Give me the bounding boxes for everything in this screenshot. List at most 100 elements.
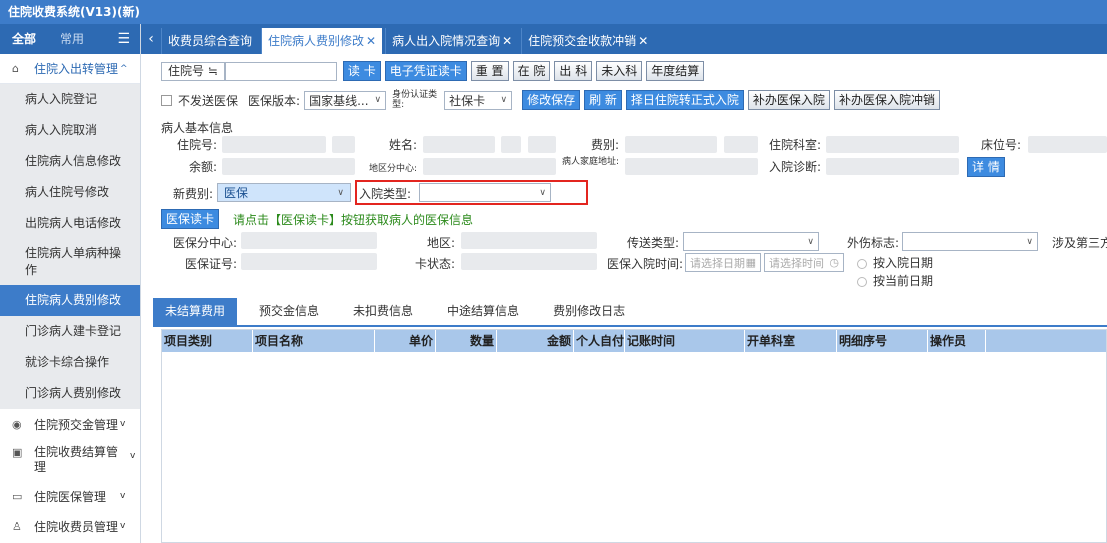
insurance-admit-time-input[interactable]: 请选择时间 ◷ [764, 253, 844, 272]
insurance-admission-button[interactable]: 补办医保入院 [747, 90, 830, 110]
new-fee-value: 医保 [224, 186, 249, 200]
sidebar-tabs: 全部 常用 ☰ [0, 24, 140, 54]
read-card-button[interactable]: 读 卡 [342, 61, 381, 81]
not-in-dept-button[interactable]: 未入科 [596, 61, 643, 81]
injury-select[interactable]: ∨ [902, 232, 1038, 251]
detail-button[interactable]: 详 情 [967, 157, 1005, 177]
sidebar-item-outpatient-card[interactable]: 门诊病人建卡登记 [0, 316, 140, 347]
region-label: 地区: [426, 236, 455, 250]
balance-label: 余额: [188, 160, 217, 174]
column-header[interactable]: 数量 [436, 330, 497, 352]
no-send-checkbox[interactable] [161, 94, 172, 106]
scheduled-admission-button[interactable]: 择日住院转正式入院 [625, 90, 744, 110]
column-header[interactable]: 明细序号 [837, 330, 928, 352]
date-placeholder: 请选择日期 [690, 256, 745, 270]
in-hospital-button[interactable]: 在 院 [512, 61, 551, 81]
subtab-fee-change-log[interactable]: 费别修改日志 [541, 298, 637, 325]
inpatient-no-value [222, 136, 326, 153]
sidebar-item-admission-register[interactable]: 病人入院登记 [0, 84, 140, 115]
sidebar-item-admission-cancel[interactable]: 病人入院取消 [0, 115, 140, 146]
sidebar-item-card-operations[interactable]: 就诊卡综合操作 [0, 347, 140, 378]
new-fee-select[interactable]: 医保 ∨ [217, 183, 351, 202]
sidebar-tab-all[interactable]: 全部 [0, 24, 48, 54]
radio-by-current-date[interactable]: 按当前日期 [857, 272, 933, 289]
sidebar-group-admission[interactable]: ⌂ 住院入出转管理 ^ [0, 54, 140, 84]
sidebar-group-label: 住院入出转管理 [34, 62, 119, 76]
column-header[interactable]: 记账时间 [625, 330, 745, 352]
subtab-deposit-info[interactable]: 预交金信息 [247, 298, 331, 325]
tab-deposit-reverse[interactable]: 住院预交金收款冲销 ✕ [521, 28, 655, 54]
close-icon[interactable]: ✕ [366, 34, 376, 48]
column-header[interactable]: 项目类别 [162, 330, 253, 352]
address-label: 病人家庭地址: [561, 157, 619, 167]
sidebar-group-settlement[interactable]: ▣ 住院收费结算管理 v [0, 439, 140, 481]
chevron-down-icon: ∨ [500, 95, 508, 105]
sidebar-item-inpatient-no-edit[interactable]: 病人住院号修改 [0, 177, 140, 208]
tab-bar: ‹ 收费员综合查询 住院病人费别修改 ✕ 病人出入院情况查询 ✕ 住院预交金收款冲销… [141, 24, 1107, 54]
main-content: 住院号 ≒ 读 卡 电子凭证读卡 重 置 在 院 出 科 未入科 年度结算 不发… [141, 54, 1107, 543]
inpatient-no-input[interactable] [224, 61, 337, 81]
chevron-down-icon: ∨ [374, 95, 382, 105]
menu-icon[interactable]: ☰ [117, 31, 130, 47]
sidebar-tab-favorites[interactable]: 常用 [48, 24, 96, 54]
invoice-icon: ▣ [12, 446, 23, 459]
reset-button[interactable]: 重 置 [470, 61, 509, 81]
sidebar-item-fee-type-edit[interactable]: 住院病人费别修改 [0, 285, 140, 316]
column-header[interactable]: 个人自付 [574, 330, 625, 352]
annual-settle-button[interactable]: 年度结算 [646, 61, 705, 81]
fee-type-value [625, 136, 717, 153]
balance-value [222, 158, 355, 175]
subtab-uncharged-info[interactable]: 未扣费信息 [341, 298, 425, 325]
name-value [423, 136, 495, 153]
basic-info-title: 病人基本信息 [161, 121, 234, 135]
column-header[interactable]: 金额 [497, 330, 574, 352]
chevron-down-icon: v [120, 491, 126, 501]
radio-icon [857, 258, 867, 269]
insurance-admission-reverse-button[interactable]: 补办医保入院冲销 [833, 90, 940, 110]
column-header[interactable]: 开单科室 [745, 330, 837, 352]
close-icon[interactable]: ✕ [638, 34, 648, 48]
sidebar-group-label: 住院收费结算管理 [34, 445, 119, 474]
ward-icon: ⌂ [12, 62, 19, 75]
sidebar-group-deposit[interactable]: ◉ 住院预交金管理 v [0, 409, 140, 439]
sidebar-item-single-disease[interactable]: 住院病人单病种操作 [0, 239, 140, 285]
close-icon[interactable]: ✕ [502, 34, 512, 48]
e-voucher-read-button[interactable]: 电子凭证读卡 [384, 61, 467, 81]
admit-type-select[interactable]: ∨ [419, 183, 551, 202]
out-dept-button[interactable]: 出 科 [554, 61, 593, 81]
refresh-button[interactable]: 刷 新 [584, 90, 622, 110]
subtab-unsettled-fees[interactable]: 未结算费用 [153, 298, 238, 325]
tab-label: 病人出入院情况查询 [392, 34, 501, 48]
radio-by-admission-date[interactable]: 按入院日期 [857, 254, 933, 271]
chevron-down-icon: ∨ [807, 236, 814, 247]
save-changes-button[interactable]: 修改保存 [522, 90, 581, 110]
insurance-center-value [241, 232, 377, 249]
sidebar-group-label: 住院医保管理 [34, 489, 107, 504]
transfer-type-select[interactable]: ∨ [683, 232, 819, 251]
insurance-admit-date-input[interactable]: 请选择日期 ▦ [685, 253, 761, 272]
sidebar-group-label: 住院预交金管理 [34, 417, 119, 432]
sidebar-group-label: 住院收费员管理 [34, 519, 119, 534]
version-value: 国家基线... [309, 93, 369, 108]
sidebar-item-patient-info-edit[interactable]: 住院病人信息修改 [0, 146, 140, 177]
idtype-select[interactable]: 社保卡 ∨ [444, 90, 513, 110]
address-value [625, 158, 758, 175]
diagnosis-value [826, 158, 959, 175]
chevron-left-icon[interactable]: ‹ [141, 24, 161, 54]
subtab-interim-settlement[interactable]: 中途结算信息 [435, 298, 531, 325]
sidebar-item-discharge-phone-edit[interactable]: 出院病人电话修改 [0, 208, 140, 239]
sidebar-group-insurance[interactable]: ▭ 住院医保管理 v [0, 481, 140, 511]
sidebar-group-cashier[interactable]: ♙ 住院收费员管理 v [0, 511, 140, 541]
column-header[interactable]: 项目名称 [253, 330, 375, 352]
sidebar: 全部 常用 ☰ ⌂ 住院入出转管理 ^ 病人入院登记 病人入院取消 住院病人信息… [0, 24, 141, 543]
search-type-label[interactable]: 住院号 ≒ [161, 61, 225, 81]
tab-fee-type-edit[interactable]: 住院病人费别修改 ✕ [261, 28, 383, 54]
tab-admission-query[interactable]: 病人出入院情况查询 ✕ [385, 28, 519, 54]
column-header[interactable]: 单价 [375, 330, 436, 352]
insurance-read-card-button[interactable]: 医保读卡 [161, 209, 220, 229]
column-header[interactable]: 操作员 [928, 330, 986, 352]
no-send-label: 不发送医保 [178, 93, 239, 108]
version-select[interactable]: 国家基线... ∨ [304, 90, 387, 110]
sidebar-item-outpatient-fee-type[interactable]: 门诊病人费别修改 [0, 378, 140, 409]
tab-cashier-query[interactable]: 收费员综合查询 [161, 28, 259, 54]
